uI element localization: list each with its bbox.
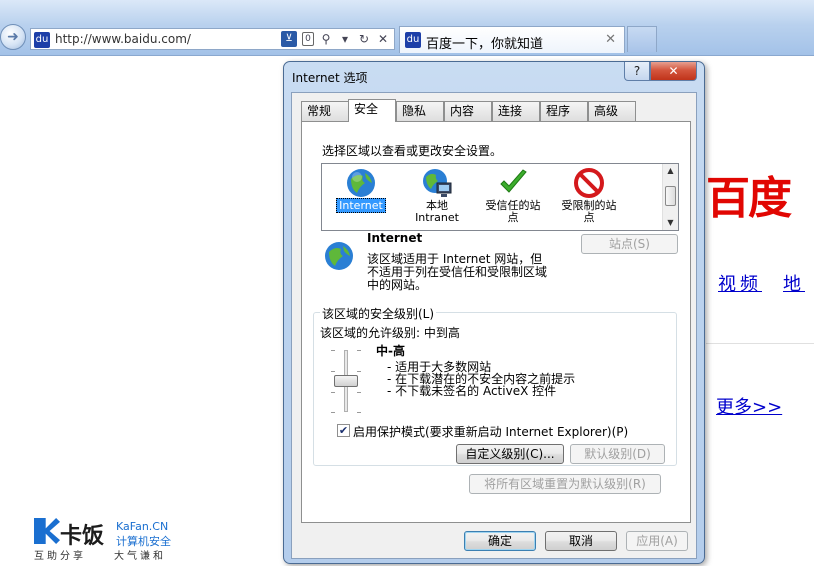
tab-content[interactable]: 内容 bbox=[444, 101, 492, 121]
slider-tick bbox=[357, 412, 361, 413]
zone-restricted-sites[interactable]: 受限制的站 点 bbox=[552, 164, 626, 230]
dropdown-arrow-icon[interactable]: ▾ bbox=[338, 31, 352, 47]
tab-close-icon[interactable]: ✕ bbox=[605, 32, 616, 47]
tab-advanced[interactable]: 高级 bbox=[588, 101, 636, 121]
address-tools: ⊻ 0 ⚲ ▾ ↻ ✕ bbox=[281, 31, 390, 47]
slider-tick bbox=[357, 392, 361, 393]
apply-button[interactable]: 应用(A) bbox=[626, 531, 688, 551]
zone-label: 受信任的站 点 bbox=[485, 199, 541, 224]
zone-description-line3: 中的网站。 bbox=[367, 278, 428, 292]
browser-toolbar: ➜ du http://www.baidu.com/ ⊻ 0 ⚲ ▾ ↻ ✕ d… bbox=[0, 0, 814, 56]
address-bar[interactable]: du http://www.baidu.com/ ⊻ 0 ⚲ ▾ ↻ ✕ bbox=[30, 28, 395, 50]
zone-label: Internet bbox=[324, 198, 398, 213]
globe-icon bbox=[325, 242, 353, 270]
close-button[interactable]: ✕ bbox=[650, 62, 697, 81]
ok-button[interactable]: 确定 bbox=[464, 531, 536, 551]
slider-tick bbox=[331, 371, 335, 372]
tab-connections[interactable]: 连接 bbox=[492, 101, 540, 121]
refresh-icon[interactable]: ↻ bbox=[357, 31, 371, 47]
kafan-watermark: 卡饭 KaFan.CN 计算机安全 互助分享 大气谦和 bbox=[34, 518, 184, 564]
baidu-tab-favicon-icon: du bbox=[405, 32, 421, 48]
tab-general[interactable]: 常规 bbox=[301, 101, 349, 121]
compatibility-view-icon[interactable]: ⊻ bbox=[281, 31, 297, 47]
zone-label: 本地 Intranet bbox=[415, 199, 459, 224]
slider-tick bbox=[357, 371, 361, 372]
dialog-client: 常规 安全 隐私 内容 连接 程序 高级 选择区域以查看或更改安全设置。 Int… bbox=[291, 92, 697, 559]
tab-programs[interactable]: 程序 bbox=[540, 101, 588, 121]
globe-icon bbox=[347, 169, 375, 197]
divider bbox=[706, 343, 814, 344]
tab-privacy[interactable]: 隐私 bbox=[396, 101, 444, 121]
slider-tick bbox=[331, 350, 335, 351]
protected-mode-label: 启用保护模式(要求重新启动 Internet Explorer)(P) bbox=[353, 425, 629, 439]
help-button[interactable]: ? bbox=[624, 62, 650, 81]
zone-label: 受限制的站 点 bbox=[561, 199, 617, 224]
watermark-slogan-left: 互助分享 bbox=[34, 551, 86, 562]
tab-title: 百度一下，你就知道 bbox=[426, 37, 544, 52]
internet-options-dialog: Internet 选项 ? ✕ 常规 安全 隐私 内容 连接 程序 高级 选择区… bbox=[283, 61, 705, 564]
zone-internet[interactable]: Internet bbox=[324, 164, 398, 230]
tab-security[interactable]: 安全 bbox=[348, 99, 396, 122]
kafan-logo-icon bbox=[34, 518, 60, 544]
intranet-icon bbox=[423, 169, 452, 197]
zone-local-intranet[interactable]: 本地 Intranet bbox=[400, 164, 474, 230]
browser-tab[interactable]: du 百度一下，你就知道 ✕ bbox=[399, 26, 625, 53]
scroll-up-icon[interactable]: ▲ bbox=[663, 164, 678, 178]
watermark-domain: KaFan.CN bbox=[116, 520, 169, 533]
reset-all-zones-button[interactable]: 将所有区域重置为默认级别(R) bbox=[469, 474, 661, 494]
security-tab-panel: 选择区域以查看或更改安全设置。 Internet 本地 Intranet 受信任… bbox=[301, 121, 691, 523]
baidu-favicon-icon: du bbox=[34, 32, 50, 48]
allowed-level-label: 该区域的允许级别: 中到高 bbox=[320, 326, 460, 340]
security-level-group: 该区域的安全级别(L) 该区域的允许级别: 中到高 中-高 - 适用于大多数网站 bbox=[313, 305, 677, 466]
checkmark-icon bbox=[500, 169, 527, 193]
level-bullet: - 不下载未签名的 ActiveX 控件 bbox=[387, 384, 557, 398]
nav-link-video[interactable]: 视频 bbox=[718, 270, 762, 296]
slider-tick bbox=[331, 392, 335, 393]
prohibited-icon bbox=[574, 168, 604, 198]
zone-list[interactable]: Internet 本地 Intranet 受信任的站 点 受限制的站 点 ▲ ▼ bbox=[321, 163, 679, 231]
tracking-protection-icon[interactable]: 0 bbox=[302, 32, 314, 46]
stop-icon[interactable]: ✕ bbox=[376, 31, 390, 47]
more-link[interactable]: 更多>> bbox=[716, 393, 782, 419]
default-level-button[interactable]: 默认级别(D) bbox=[570, 444, 665, 464]
dialog-title: Internet 选项 bbox=[292, 71, 368, 85]
zone-scrollbar[interactable]: ▲ ▼ bbox=[662, 164, 678, 230]
protected-mode-checkbox[interactable]: ✔ bbox=[337, 424, 350, 437]
back-arrow-icon[interactable]: ➜ bbox=[0, 24, 26, 50]
zone-trusted-sites[interactable]: 受信任的站 点 bbox=[476, 164, 550, 230]
search-icon[interactable]: ⚲ bbox=[319, 31, 333, 47]
scroll-down-icon[interactable]: ▼ bbox=[663, 216, 678, 230]
watermark-slogan-right: 大气谦和 bbox=[114, 551, 166, 562]
level-name: 中-高 bbox=[376, 344, 405, 358]
sites-button[interactable]: 站点(S) bbox=[581, 234, 678, 254]
cancel-button[interactable]: 取消 bbox=[545, 531, 617, 551]
scroll-thumb[interactable] bbox=[665, 186, 676, 206]
slider-tick bbox=[331, 412, 335, 413]
address-url[interactable]: http://www.baidu.com/ bbox=[55, 32, 191, 46]
slider-tick bbox=[357, 350, 361, 351]
custom-level-button[interactable]: 自定义级别(C)... bbox=[456, 444, 564, 464]
nav-link-map[interactable]: 地 bbox=[783, 270, 805, 296]
watermark-name: 卡饭 bbox=[60, 524, 105, 549]
zone-prompt: 选择区域以查看或更改安全设置。 bbox=[322, 144, 503, 158]
zone-info-title: Internet bbox=[367, 231, 423, 245]
slider-thumb[interactable] bbox=[334, 375, 358, 387]
baidu-logo: 百度 bbox=[706, 173, 792, 218]
group-label: 该区域的安全级别(L) bbox=[320, 305, 437, 322]
new-tab-button[interactable] bbox=[627, 26, 657, 52]
